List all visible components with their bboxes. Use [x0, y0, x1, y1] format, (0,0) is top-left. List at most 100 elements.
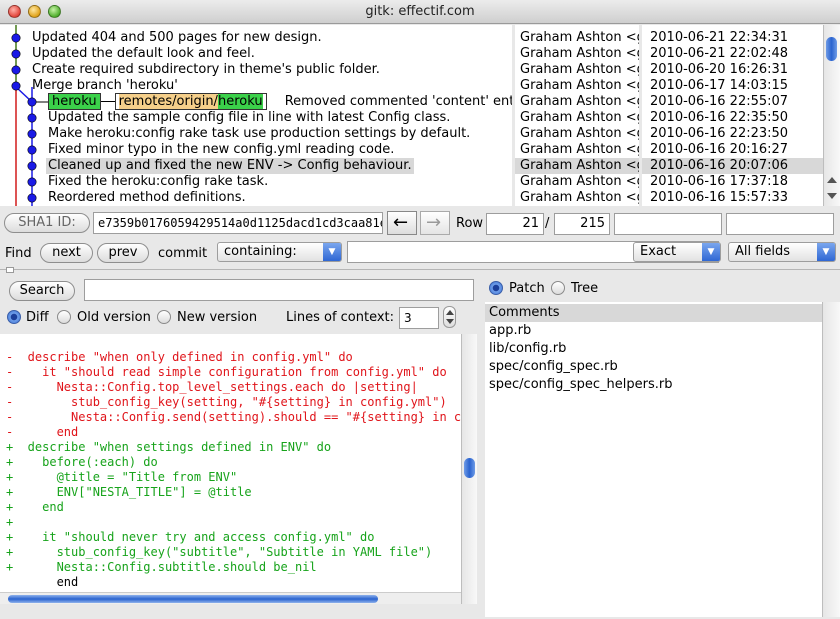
author-cell[interactable]: Graham Ashton <g — [520, 174, 639, 190]
diff-line-added: + stub_config_key("subtitle", "Subtitle … — [6, 545, 433, 559]
author-cell[interactable]: Graham Ashton <g — [520, 62, 639, 78]
commit-row[interactable]: Create required subdirectory in theme's … — [32, 62, 380, 78]
context-label: Lines of context: — [286, 310, 395, 325]
diff-pane: - describe "when only defined in config.… — [0, 334, 461, 604]
date-cell[interactable]: 2010-06-16 22:35:50 — [650, 110, 788, 126]
date-cell[interactable]: 2010-06-21 22:34:31 — [650, 30, 788, 46]
hscroll-thumb[interactable] — [8, 595, 378, 603]
date-pane: 2010-06-21 22:34:31 2010-06-21 22:02:48 … — [642, 25, 823, 206]
commit-row[interactable]: Updated the default look and feel. — [32, 46, 255, 62]
remote-tag[interactable]: remotes/origin/heroku — [114, 93, 267, 110]
diff-line-added: + Nesta::Config.subtitle.should be_nil — [6, 560, 317, 574]
commit-node — [27, 193, 37, 203]
find-next-button[interactable]: next — [40, 243, 93, 263]
commit-row[interactable]: Make heroku:config rake task use product… — [48, 126, 470, 142]
old-version-radio[interactable] — [57, 310, 71, 324]
search-input[interactable] — [84, 279, 474, 301]
diff-line: end — [6, 575, 79, 589]
commit-node — [27, 97, 37, 107]
right-arrow-icon: → — [426, 212, 442, 233]
commit-row[interactable]: Fixed minor typo in the new config.yml r… — [48, 142, 394, 158]
date-cell[interactable]: 2010-06-16 20:16:27 — [650, 142, 788, 158]
new-version-radio[interactable] — [157, 310, 171, 324]
chevron-down-icon: ▼ — [323, 243, 341, 261]
diff-line-removed: - end — [6, 425, 79, 439]
diff-line-removed: - describe "when only defined in config.… — [6, 350, 353, 364]
commit-row[interactable]: Merge branch 'heroku' — [32, 78, 178, 94]
author-pane: Graham Ashton <g Graham Ashton <g Graham… — [515, 25, 639, 206]
author-cell[interactable]: Graham Ashton <g — [520, 94, 639, 110]
author-cell[interactable]: Graham Ashton <g — [520, 110, 639, 126]
diff-line-added: + it "should never try and access config… — [6, 530, 375, 544]
scrollbar-thumb[interactable] — [826, 37, 837, 61]
author-cell[interactable]: Graham Ashton <g — [520, 190, 639, 206]
search-button[interactable]: Search — [9, 281, 75, 301]
file-list-item-selected[interactable]: Comments — [485, 304, 822, 322]
commit-message: Removed commented 'content' ent — [284, 94, 512, 109]
commit-row-selected[interactable]: Cleaned up and fixed the new ENV -> Conf… — [46, 158, 414, 174]
diff-line-added: + before(:each) do — [6, 455, 158, 469]
author-cell-selected[interactable]: Graham Ashton <g — [515, 158, 639, 174]
chevron-down-icon: ▼ — [702, 243, 720, 261]
find-mode-select[interactable]: containing: ▼ — [217, 242, 342, 262]
commit-row[interactable]: Updated 404 and 500 pages for new design… — [32, 30, 322, 46]
tree-radio[interactable] — [551, 281, 565, 295]
commit-node — [27, 177, 37, 187]
diff-scrollbar[interactable] — [461, 334, 477, 604]
scroll-up-icon[interactable] — [827, 177, 837, 183]
diff-radio[interactable] — [7, 310, 21, 324]
date-cell[interactable]: 2010-06-17 14:03:15 — [650, 78, 788, 94]
diff-label: Diff — [26, 310, 49, 325]
forward-button[interactable]: → — [420, 211, 450, 235]
find-prev-button[interactable]: prev — [97, 243, 149, 263]
fields-select[interactable]: All fields ▼ — [728, 242, 836, 262]
patch-label: Patch — [509, 281, 545, 296]
author-cell[interactable]: Graham Ashton <g — [520, 46, 639, 62]
commit-row[interactable]: Updated the sample config file in line w… — [48, 110, 450, 126]
commit-row[interactable]: heroku remotes/origin/heroku Removed comm… — [48, 93, 512, 110]
diff-hscrollbar[interactable] — [0, 592, 461, 604]
context-stepper[interactable] — [443, 306, 456, 328]
patch-radio[interactable] — [489, 281, 503, 295]
author-cell[interactable]: Graham Ashton <g — [520, 78, 639, 94]
sha1-id-label[interactable]: SHA1 ID: — [4, 213, 90, 233]
commit-node — [27, 145, 37, 155]
commit-list-scrollbar[interactable] — [823, 25, 840, 206]
file-list-item[interactable]: spec/config_spec_helpers.rb — [489, 376, 672, 394]
stepper-down-icon[interactable] — [446, 319, 454, 324]
author-cell[interactable]: Graham Ashton <g — [520, 126, 639, 142]
scroll-down-icon[interactable] — [827, 193, 837, 199]
commit-row[interactable]: Fixed the heroku:config rake task. — [48, 174, 268, 190]
file-list-scrollbar[interactable] — [822, 302, 840, 617]
scrollbar-thumb[interactable] — [464, 458, 475, 478]
row-field[interactable]: 21 — [486, 213, 544, 235]
file-list-item[interactable]: spec/config_spec.rb — [489, 358, 618, 376]
title-bar: gitk: effectif.com — [0, 0, 840, 24]
date-cell[interactable]: 2010-06-16 17:37:18 — [650, 174, 788, 190]
back-button[interactable]: ← — [387, 211, 417, 235]
context-field[interactable]: 3 — [399, 307, 439, 329]
commit-row[interactable]: Reordered method definitions. — [48, 190, 246, 206]
diff-line-added: + ENV["NESTA_TITLE"] = @title — [6, 485, 252, 499]
sha1-field[interactable]: e7359b0176059429514a0d1125dacd1cd3caa81e — [93, 212, 383, 234]
date-cell[interactable]: 2010-06-16 22:55:07 — [650, 94, 788, 110]
file-list-item[interactable]: app.rb — [489, 322, 531, 340]
find-mode-value: containing: — [224, 244, 297, 259]
stepper-up-icon[interactable] — [446, 310, 454, 315]
author-cell[interactable]: Graham Ashton <g — [520, 142, 639, 158]
date-cell[interactable]: 2010-06-16 15:57:33 — [650, 190, 788, 206]
author-cell[interactable]: Graham Ashton <g — [520, 30, 639, 46]
match-type-value: Exact — [640, 244, 677, 259]
date-cell[interactable]: 2010-06-20 16:26:31 — [650, 62, 788, 78]
branch-tag[interactable]: heroku — [48, 93, 101, 110]
file-list-item[interactable]: lib/config.rb — [489, 340, 566, 358]
diff-line-added: + describe "when settings defined in ENV… — [6, 440, 332, 454]
status-field — [726, 213, 834, 235]
date-cell-selected[interactable]: 2010-06-16 20:07:06 — [642, 158, 823, 174]
sash-handle[interactable] — [6, 267, 14, 273]
match-type-select[interactable]: Exact ▼ — [633, 242, 721, 262]
date-cell[interactable]: 2010-06-21 22:02:48 — [650, 46, 788, 62]
pane-divider[interactable] — [0, 269, 840, 272]
date-cell[interactable]: 2010-06-16 22:23:50 — [650, 126, 788, 142]
row-label: Row — [456, 216, 484, 231]
